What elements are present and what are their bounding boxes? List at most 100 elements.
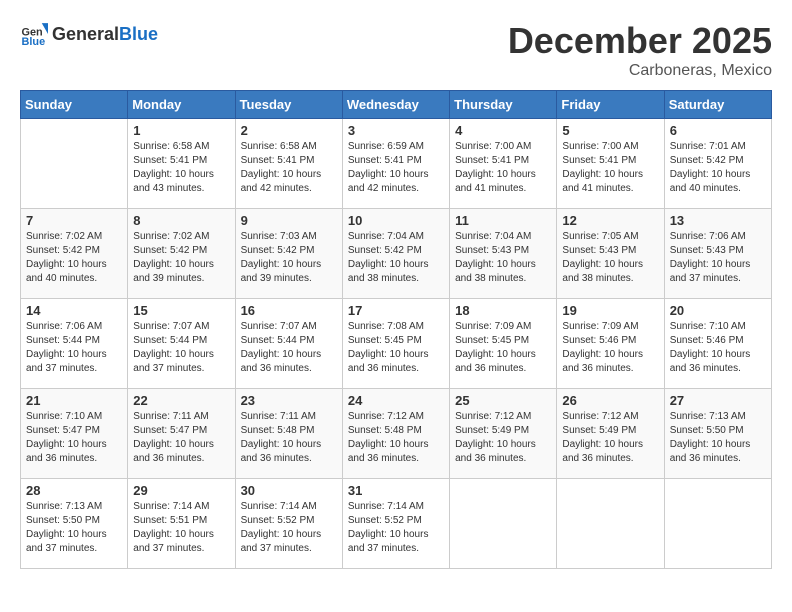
calendar-week-2: 7 Sunrise: 7:02 AM Sunset: 5:42 PM Daylig… (21, 209, 772, 299)
calendar-week-3: 14 Sunrise: 7:06 AM Sunset: 5:44 PM Dayli… (21, 299, 772, 389)
cell-info: Sunrise: 7:04 AM Sunset: 5:42 PM Dayligh… (348, 230, 444, 286)
cell-info: Sunrise: 7:11 AM Sunset: 5:48 PM Dayligh… (241, 410, 337, 466)
calendar-cell: 24 Sunrise: 7:12 AM Sunset: 5:48 PM Dayli… (342, 389, 449, 479)
calendar-cell (557, 479, 664, 569)
calendar-cell: 30 Sunrise: 7:14 AM Sunset: 5:52 PM Dayli… (235, 479, 342, 569)
cell-info: Sunrise: 7:13 AM Sunset: 5:50 PM Dayligh… (26, 500, 122, 556)
calendar-cell: 31Sunrise: 7:14 AM Sunset: 5:52 PM Dayli… (342, 479, 449, 569)
day-number: 18 (455, 303, 551, 318)
calendar-cell: 29 Sunrise: 7:14 AM Sunset: 5:51 PM Dayli… (128, 479, 235, 569)
day-number: 30 (241, 483, 337, 498)
calendar-cell: 4 Sunrise: 7:00 AM Sunset: 5:41 PM Daylig… (450, 119, 557, 209)
calendar-cell: 1 Sunrise: 6:58 AM Sunset: 5:41 PM Daylig… (128, 119, 235, 209)
cell-info: Sunrise: 7:03 AM Sunset: 5:42 PM Dayligh… (241, 230, 337, 286)
calendar-week-5: 28 Sunrise: 7:13 AM Sunset: 5:50 PM Dayli… (21, 479, 772, 569)
cell-info: Sunrise: 6:58 AM Sunset: 5:41 PM Dayligh… (133, 140, 229, 196)
day-number: 2 (241, 123, 337, 138)
day-number: 26 (562, 393, 658, 408)
cell-info: Sunrise: 6:59 AM Sunset: 5:41 PM Dayligh… (348, 140, 444, 196)
day-number: 28 (26, 483, 122, 498)
day-number: 14 (26, 303, 122, 318)
calendar-cell: 23 Sunrise: 7:11 AM Sunset: 5:48 PM Dayli… (235, 389, 342, 479)
calendar-cell: 15 Sunrise: 7:07 AM Sunset: 5:44 PM Dayli… (128, 299, 235, 389)
column-header-monday: Monday (128, 91, 235, 119)
cell-info: Sunrise: 7:08 AM Sunset: 5:45 PM Dayligh… (348, 320, 444, 376)
day-number: 24 (348, 393, 444, 408)
calendar-cell: 16 Sunrise: 7:07 AM Sunset: 5:44 PM Dayli… (235, 299, 342, 389)
cell-info: Sunrise: 7:04 AM Sunset: 5:43 PM Dayligh… (455, 230, 551, 286)
cell-info: Sunrise: 7:01 AM Sunset: 5:42 PM Dayligh… (670, 140, 766, 196)
day-number: 23 (241, 393, 337, 408)
calendar-cell: 18 Sunrise: 7:09 AM Sunset: 5:45 PM Dayli… (450, 299, 557, 389)
calendar-cell: 21 Sunrise: 7:10 AM Sunset: 5:47 PM Dayli… (21, 389, 128, 479)
day-number: 3 (348, 123, 444, 138)
calendar-cell: 3 Sunrise: 6:59 AM Sunset: 5:41 PM Daylig… (342, 119, 449, 209)
cell-info: Sunrise: 7:14 AM Sunset: 5:51 PM Dayligh… (133, 500, 229, 556)
cell-info: Sunrise: 7:07 AM Sunset: 5:44 PM Dayligh… (133, 320, 229, 376)
calendar-cell: 25 Sunrise: 7:12 AM Sunset: 5:49 PM Dayli… (450, 389, 557, 479)
calendar-cell: 19Sunrise: 7:09 AM Sunset: 5:46 PM Dayli… (557, 299, 664, 389)
column-header-tuesday: Tuesday (235, 91, 342, 119)
day-number: 4 (455, 123, 551, 138)
page-header: Gen Blue General Blue December 2025 Carbo… (20, 20, 772, 80)
day-number: 11 (455, 213, 551, 228)
calendar-cell: 14 Sunrise: 7:06 AM Sunset: 5:44 PM Dayli… (21, 299, 128, 389)
cell-info: Sunrise: 7:07 AM Sunset: 5:44 PM Dayligh… (241, 320, 337, 376)
cell-info: Sunrise: 7:02 AM Sunset: 5:42 PM Dayligh… (133, 230, 229, 286)
day-number: 25 (455, 393, 551, 408)
calendar-cell: 27 Sunrise: 7:13 AM Sunset: 5:50 PM Dayli… (664, 389, 771, 479)
calendar-cell: 17 Sunrise: 7:08 AM Sunset: 5:45 PM Dayli… (342, 299, 449, 389)
cell-info: Sunrise: 7:02 AM Sunset: 5:42 PM Dayligh… (26, 230, 122, 286)
cell-info: Sunrise: 7:12 AM Sunset: 5:48 PM Dayligh… (348, 410, 444, 466)
calendar-cell: 12Sunrise: 7:05 AM Sunset: 5:43 PM Dayli… (557, 209, 664, 299)
title-area: December 2025 Carboneras, Mexico (508, 20, 772, 80)
day-number: 7 (26, 213, 122, 228)
day-number: 17 (348, 303, 444, 318)
calendar-cell (450, 479, 557, 569)
calendar-cell (21, 119, 128, 209)
logo: Gen Blue General Blue (20, 20, 158, 48)
cell-info: Sunrise: 6:58 AM Sunset: 5:41 PM Dayligh… (241, 140, 337, 196)
cell-info: Sunrise: 7:10 AM Sunset: 5:47 PM Dayligh… (26, 410, 122, 466)
svg-text:Blue: Blue (22, 36, 46, 48)
day-number: 27 (670, 393, 766, 408)
cell-info: Sunrise: 7:13 AM Sunset: 5:50 PM Dayligh… (670, 410, 766, 466)
day-number: 9 (241, 213, 337, 228)
day-number: 29 (133, 483, 229, 498)
calendar-cell: 26 Sunrise: 7:12 AM Sunset: 5:49 PM Dayli… (557, 389, 664, 479)
calendar-week-4: 21 Sunrise: 7:10 AM Sunset: 5:47 PM Dayli… (21, 389, 772, 479)
cell-info: Sunrise: 7:06 AM Sunset: 5:44 PM Dayligh… (26, 320, 122, 376)
day-number: 31 (348, 483, 444, 498)
calendar-cell: 2 Sunrise: 6:58 AM Sunset: 5:41 PM Daylig… (235, 119, 342, 209)
cell-info: Sunrise: 7:11 AM Sunset: 5:47 PM Dayligh… (133, 410, 229, 466)
logo-general: General (52, 24, 119, 45)
calendar-cell: 10Sunrise: 7:04 AM Sunset: 5:42 PM Dayli… (342, 209, 449, 299)
day-number: 16 (241, 303, 337, 318)
day-number: 21 (26, 393, 122, 408)
cell-info: Sunrise: 7:05 AM Sunset: 5:43 PM Dayligh… (562, 230, 658, 286)
calendar-cell: 7 Sunrise: 7:02 AM Sunset: 5:42 PM Daylig… (21, 209, 128, 299)
calendar-cell: 28 Sunrise: 7:13 AM Sunset: 5:50 PM Dayli… (21, 479, 128, 569)
day-number: 13 (670, 213, 766, 228)
cell-info: Sunrise: 7:14 AM Sunset: 5:52 PM Dayligh… (241, 500, 337, 556)
column-header-thursday: Thursday (450, 91, 557, 119)
month-title: December 2025 (508, 20, 772, 62)
calendar-week-1: 1 Sunrise: 6:58 AM Sunset: 5:41 PM Daylig… (21, 119, 772, 209)
calendar-cell: 5Sunrise: 7:00 AM Sunset: 5:41 PM Daylig… (557, 119, 664, 209)
cell-info: Sunrise: 7:09 AM Sunset: 5:45 PM Dayligh… (455, 320, 551, 376)
calendar-cell: 9 Sunrise: 7:03 AM Sunset: 5:42 PM Daylig… (235, 209, 342, 299)
calendar-cell: 13Sunrise: 7:06 AM Sunset: 5:43 PM Dayli… (664, 209, 771, 299)
day-number: 8 (133, 213, 229, 228)
calendar-cell: 11 Sunrise: 7:04 AM Sunset: 5:43 PM Dayli… (450, 209, 557, 299)
cell-info: Sunrise: 7:00 AM Sunset: 5:41 PM Dayligh… (455, 140, 551, 196)
calendar-cell (664, 479, 771, 569)
day-number: 1 (133, 123, 229, 138)
day-number: 19 (562, 303, 658, 318)
cell-info: Sunrise: 7:12 AM Sunset: 5:49 PM Dayligh… (562, 410, 658, 466)
column-header-wednesday: Wednesday (342, 91, 449, 119)
day-number: 15 (133, 303, 229, 318)
column-header-sunday: Sunday (21, 91, 128, 119)
logo-icon: Gen Blue (20, 20, 48, 48)
calendar-cell: 22Sunrise: 7:11 AM Sunset: 5:47 PM Dayli… (128, 389, 235, 479)
cell-info: Sunrise: 7:12 AM Sunset: 5:49 PM Dayligh… (455, 410, 551, 466)
